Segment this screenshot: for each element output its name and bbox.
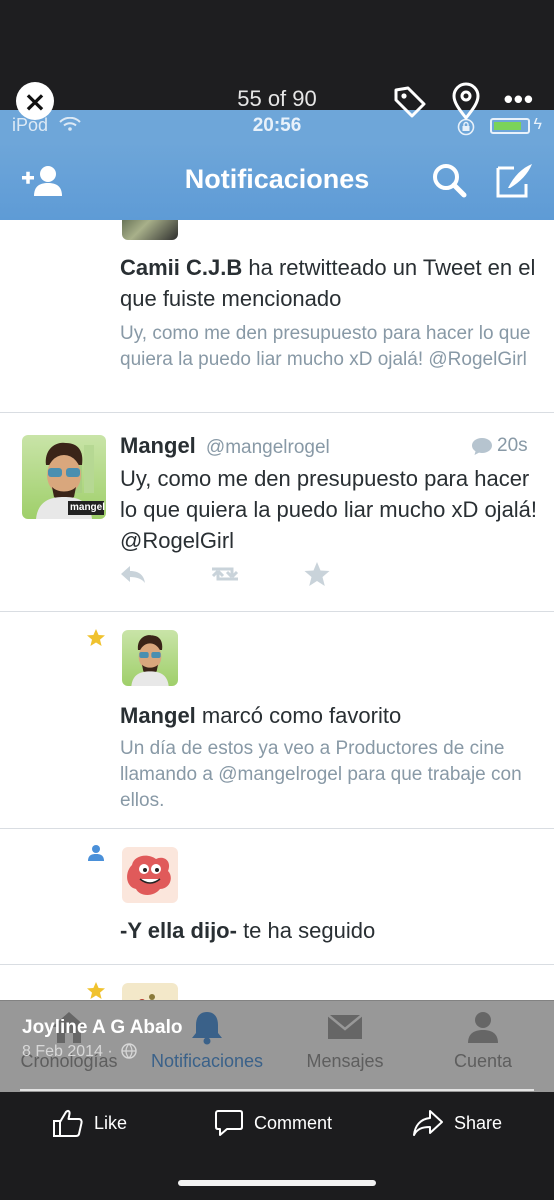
poster-name[interactable]: Joyline A G Abalo	[22, 1017, 182, 1039]
thumbs-up-icon	[53, 1109, 83, 1137]
author-name[interactable]: Mangel	[120, 433, 196, 458]
divider	[20, 1089, 534, 1091]
avatar-label: mangel	[70, 502, 106, 513]
avatar[interactable]	[122, 220, 178, 240]
list-item[interactable]: Camii C.J.B ha retwitteado un Tweet en e…	[0, 220, 554, 413]
share-icon	[413, 1110, 443, 1136]
compose-icon[interactable]	[494, 160, 538, 200]
notifications-feed[interactable]: Camii C.J.B ha retwitteado un Tweet en e…	[0, 220, 554, 1000]
notification-text: Mangel marcó como favorito	[120, 703, 402, 728]
quoted-tweet: Un día de estos ya veo a Productores de …	[120, 738, 522, 811]
charging-icon: ϟ	[533, 116, 542, 133]
share-label: Share	[454, 1112, 503, 1133]
list-item[interactable]	[0, 965, 554, 1000]
comment-button[interactable]: Comment	[214, 1108, 332, 1138]
more-options-button[interactable]: •••	[504, 84, 534, 115]
globe-icon	[121, 1043, 137, 1059]
retweet-icon[interactable]	[206, 563, 244, 585]
search-icon[interactable]	[428, 160, 472, 200]
avatar[interactable]: mangel	[22, 435, 106, 519]
tweet-text: Uy, como me den presupuesto para hacer l…	[120, 466, 538, 553]
post-meta: 8 Feb 2014 ·	[22, 1043, 137, 1061]
tweet-time: 20s	[497, 435, 528, 456]
favorite-icon[interactable]	[303, 561, 331, 587]
author-handle[interactable]: @mangelrogel	[206, 437, 330, 458]
reply-icon[interactable]	[118, 563, 148, 585]
share-button[interactable]: Share	[412, 1108, 502, 1138]
post-date: 8 Feb 2014 ·	[22, 1043, 113, 1060]
avatar[interactable]	[122, 630, 178, 686]
tweet-header: Mangel @mangelrogel	[120, 433, 330, 459]
notification-text: -Y ella dijo- te ha seguido	[120, 918, 376, 943]
comment-icon	[215, 1110, 243, 1136]
like-button[interactable]: Like	[52, 1108, 127, 1138]
follow-icon	[88, 845, 104, 861]
avatar-illustration	[127, 855, 171, 895]
battery-indicator	[490, 118, 530, 134]
tweet[interactable]: mangel Mangel @mangelrogel 20s Uy, como …	[0, 413, 554, 612]
comment-label: Comment	[254, 1112, 333, 1133]
notification-text: Camii C.J.B ha retwitteado un Tweet en e…	[120, 255, 536, 311]
tag-icon[interactable]	[390, 82, 430, 122]
avatar-illustration	[131, 635, 169, 686]
battery-fill	[494, 122, 521, 130]
twitter-header: Notificaciones	[0, 142, 554, 220]
avatar[interactable]	[122, 847, 178, 903]
like-label: Like	[94, 1112, 128, 1133]
star-icon	[87, 982, 105, 999]
star-icon	[87, 629, 105, 646]
list-item[interactable]: -Y ella dijo- te ha seguido	[0, 829, 554, 965]
list-item[interactable]: Mangel marcó como favorito Un día de est…	[0, 612, 554, 829]
avatar-illustration	[139, 994, 155, 1000]
home-indicator[interactable]	[178, 1180, 376, 1186]
quoted-tweet: Uy, como me den presupuesto para hacer l…	[120, 323, 531, 370]
location-pin-icon[interactable]	[446, 82, 486, 122]
avatar[interactable]	[122, 983, 178, 1000]
reply-count-icon	[472, 438, 492, 455]
